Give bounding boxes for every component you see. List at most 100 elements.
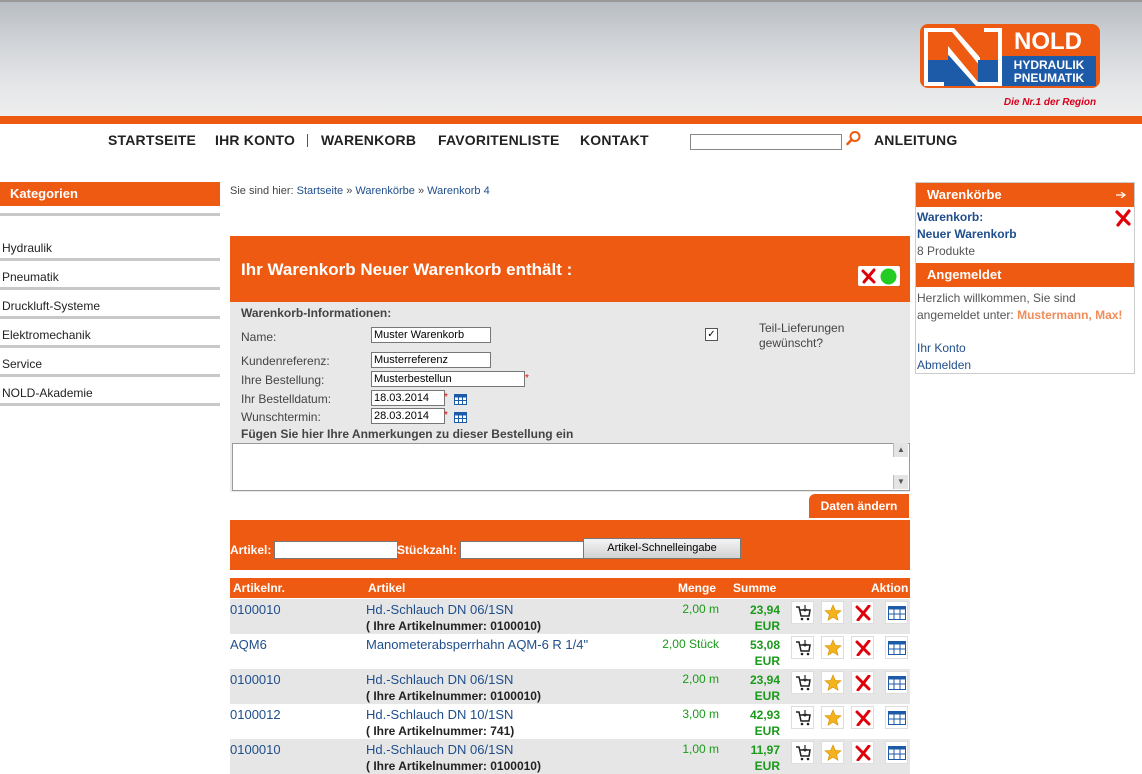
order-field[interactable] xyxy=(371,371,525,387)
breadcrumb: Sie sind hier: Startseite » Warenkörbe »… xyxy=(230,185,490,197)
star-icon[interactable] xyxy=(821,601,844,624)
quick-entry-button[interactable]: Artikel-Schnelleingabe xyxy=(583,538,741,559)
cart-icon[interactable] xyxy=(791,706,814,729)
sidebar-item-pneumatik[interactable]: Pneumatik xyxy=(2,270,59,284)
arrow-right-icon[interactable] xyxy=(1116,192,1126,198)
sum-amount: 11,97 xyxy=(750,743,780,757)
sum-currency: EUR xyxy=(754,654,780,668)
article-name-link[interactable]: Hd.-Schlauch DN 06/1SN xyxy=(366,742,513,757)
reference-field[interactable] xyxy=(371,352,491,368)
sidebar-divider xyxy=(0,345,220,348)
search-icon[interactable] xyxy=(846,130,862,146)
sum-currency: EUR xyxy=(754,689,780,703)
sidebar-item-druckluft[interactable]: Druckluft-Systeme xyxy=(2,299,100,313)
sum-value: 23,94 EUR xyxy=(750,672,780,704)
nav-warenkorb[interactable]: WARENKORB xyxy=(321,132,416,148)
breadcrumb-prefix: Sie sind hier: xyxy=(230,185,294,197)
col-artikel: Artikel xyxy=(368,581,406,595)
wish-date-field[interactable] xyxy=(371,408,445,424)
table-icon[interactable] xyxy=(885,706,908,729)
nav-kontakt[interactable]: KONTAKT xyxy=(580,132,649,148)
nav-startseite[interactable]: STARTSEITE xyxy=(108,132,196,148)
name-label: Name: xyxy=(241,330,277,344)
table-row: AQM6 Manometerabsperrhahn AQM-6 R 1/4" 2,0… xyxy=(230,634,910,669)
cart-icon[interactable] xyxy=(791,601,814,624)
article-number-link[interactable]: 0100010 xyxy=(230,672,281,687)
quantity-value: 3,00 m xyxy=(682,707,719,721)
delete-icon[interactable] xyxy=(851,741,874,764)
nav-ihr-konto[interactable]: IHR KONTO xyxy=(215,132,295,148)
required-mark: * xyxy=(444,392,448,403)
logo-line1: HYDRAULIK xyxy=(1014,58,1085,72)
nold-logo[interactable]: NOLD HYDRAULIK PNEUMATIK Die Nr.1 der Re… xyxy=(920,22,1100,112)
carts-header: Warenkörbe xyxy=(916,183,1134,207)
col-aktion: Aktion xyxy=(871,581,909,595)
col-summe: Summe xyxy=(733,581,777,595)
sidebar-item-elektromechanik[interactable]: Elektromechanik xyxy=(2,328,91,342)
article-number-link[interactable]: 0100010 xyxy=(230,742,281,757)
sidebar-item-service[interactable]: Service xyxy=(2,357,42,371)
carts-title: Warenkörbe xyxy=(927,187,1002,202)
star-icon[interactable] xyxy=(821,671,844,694)
table-icon[interactable] xyxy=(885,636,908,659)
delete-icon[interactable] xyxy=(851,671,874,694)
logout-link[interactable]: Abmelden xyxy=(917,358,971,372)
cart-count: 8 Produkte xyxy=(917,244,976,258)
table-icon[interactable] xyxy=(885,601,908,624)
star-icon[interactable] xyxy=(821,636,844,659)
breadcrumb-warenkoerbe[interactable]: Warenkörbe xyxy=(355,185,415,197)
nav-anleitung[interactable]: ANLEITUNG xyxy=(874,132,957,148)
order-date-field[interactable] xyxy=(371,390,445,406)
cart-info-panel: Warenkorb-Informationen: Name: ✓ Teil-Li… xyxy=(230,302,910,492)
sum-value: 42,93 EUR xyxy=(750,707,780,739)
breadcrumb-warenkorb-4[interactable]: Warenkorb 4 xyxy=(427,185,490,197)
sum-amount: 42,93 xyxy=(749,708,780,722)
qty-input[interactable] xyxy=(460,541,584,559)
logo-line2: PNEUMATIK xyxy=(1014,71,1085,85)
sum-amount: 23,94 xyxy=(749,673,780,687)
article-number-link[interactable]: 0100010 xyxy=(230,602,281,617)
cart-icon[interactable] xyxy=(791,636,814,659)
main-nav: STARTSEITE IHR KONTO WARENKORB FAVORITEN… xyxy=(0,124,1142,160)
cart-icon[interactable] xyxy=(791,671,814,694)
delete-icon[interactable] xyxy=(851,706,874,729)
header-top-line xyxy=(0,0,1142,2)
cart-name-link[interactable]: Neuer Warenkorb xyxy=(917,227,1017,241)
calendar-icon[interactable] xyxy=(454,394,467,405)
sidebar-item-hydraulik[interactable]: Hydraulik xyxy=(2,241,52,255)
breadcrumb-separator: » xyxy=(417,185,425,197)
table-icon[interactable] xyxy=(885,671,908,694)
name-field[interactable] xyxy=(371,327,491,343)
nav-favoritenliste[interactable]: FAVORITENLISTE xyxy=(438,132,560,148)
article-name-link[interactable]: Hd.-Schlauch DN 10/1SN xyxy=(366,707,513,722)
article-name-link[interactable]: Manometerabsperrhahn AQM-6 R 1/4" xyxy=(366,637,588,652)
cart-icon[interactable] xyxy=(791,741,814,764)
customer-article-number: ( Ihre Artikelnummer: 0100010) xyxy=(366,759,541,773)
account-link[interactable]: Ihr Konto xyxy=(917,341,966,355)
star-icon[interactable] xyxy=(821,741,844,764)
delete-icon[interactable] xyxy=(851,636,874,659)
breadcrumb-startseite[interactable]: Startseite xyxy=(297,185,343,197)
calendar-icon[interactable] xyxy=(454,412,467,423)
partial-delivery-checkbox[interactable]: ✓ xyxy=(705,328,718,341)
article-number-link[interactable]: AQM6 xyxy=(230,637,267,652)
article-input[interactable] xyxy=(274,541,398,559)
comment-textarea[interactable] xyxy=(232,443,910,491)
sidebar-item-akademie[interactable]: NOLD-Akademie xyxy=(2,386,93,400)
table-row: 0100010 Hd.-Schlauch DN 06/1SN ( Ihre Arti… xyxy=(230,599,910,634)
cart-label-link[interactable]: Warenkorb: xyxy=(917,210,983,224)
article-name-link[interactable]: Hd.-Schlauch DN 06/1SN xyxy=(366,672,513,687)
welcome-line2: angemeldet unter: xyxy=(917,308,1014,322)
delete-icon[interactable] xyxy=(851,601,874,624)
star-icon[interactable] xyxy=(821,706,844,729)
save-data-button[interactable]: Daten ändern xyxy=(809,494,909,518)
table-header: Artikelnr. Artikel Menge Summe Aktion xyxy=(230,578,910,598)
search-input[interactable] xyxy=(690,134,842,150)
delete-icon[interactable] xyxy=(861,268,877,284)
cart-header: Ihr Warenkorb Neuer Warenkorb enthält : xyxy=(230,236,910,302)
categories-header: Kategorien xyxy=(0,182,220,206)
article-number-link[interactable]: 0100012 xyxy=(230,707,281,722)
article-name-link[interactable]: Hd.-Schlauch DN 06/1SN xyxy=(366,602,513,617)
table-icon[interactable] xyxy=(885,741,908,764)
delete-icon[interactable] xyxy=(1114,209,1132,227)
